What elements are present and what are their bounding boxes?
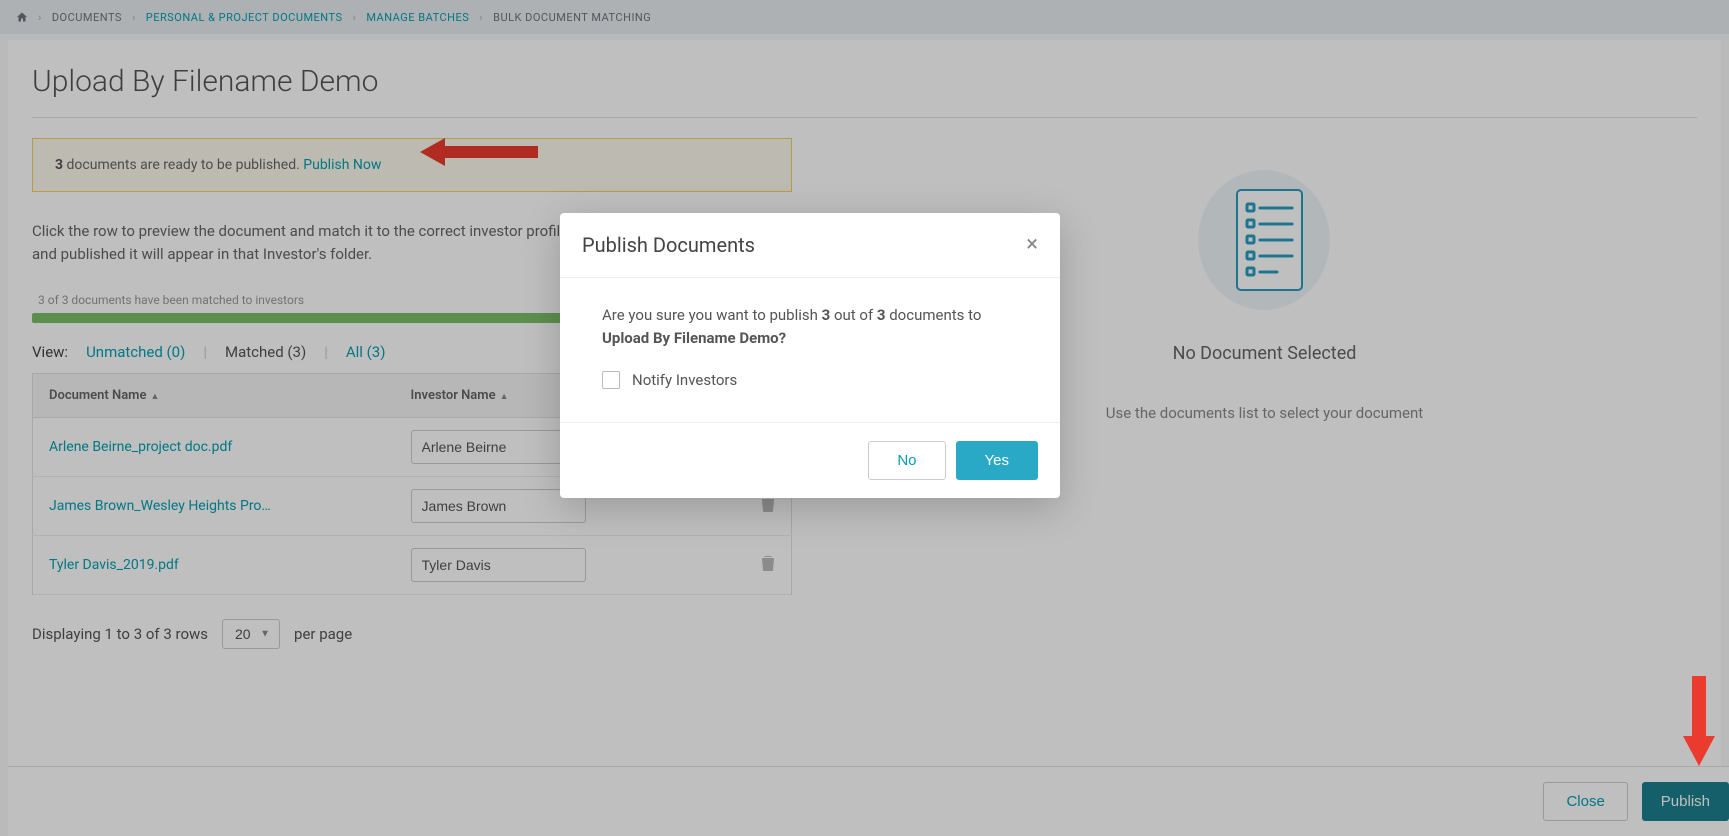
no-button[interactable]: No <box>868 441 945 480</box>
annotation-arrow-down <box>1679 676 1719 766</box>
publish-modal: Publish Documents × Are you sure you wan… <box>560 213 1060 498</box>
notify-investors-label: Notify Investors <box>632 369 737 392</box>
notify-investors-checkbox[interactable] <box>602 371 620 389</box>
yes-button[interactable]: Yes <box>956 441 1038 480</box>
modal-title: Publish Documents <box>582 233 755 257</box>
close-icon[interactable]: × <box>1026 234 1038 256</box>
modal-body: Are you sure you want to publish 3 out o… <box>560 278 1060 422</box>
